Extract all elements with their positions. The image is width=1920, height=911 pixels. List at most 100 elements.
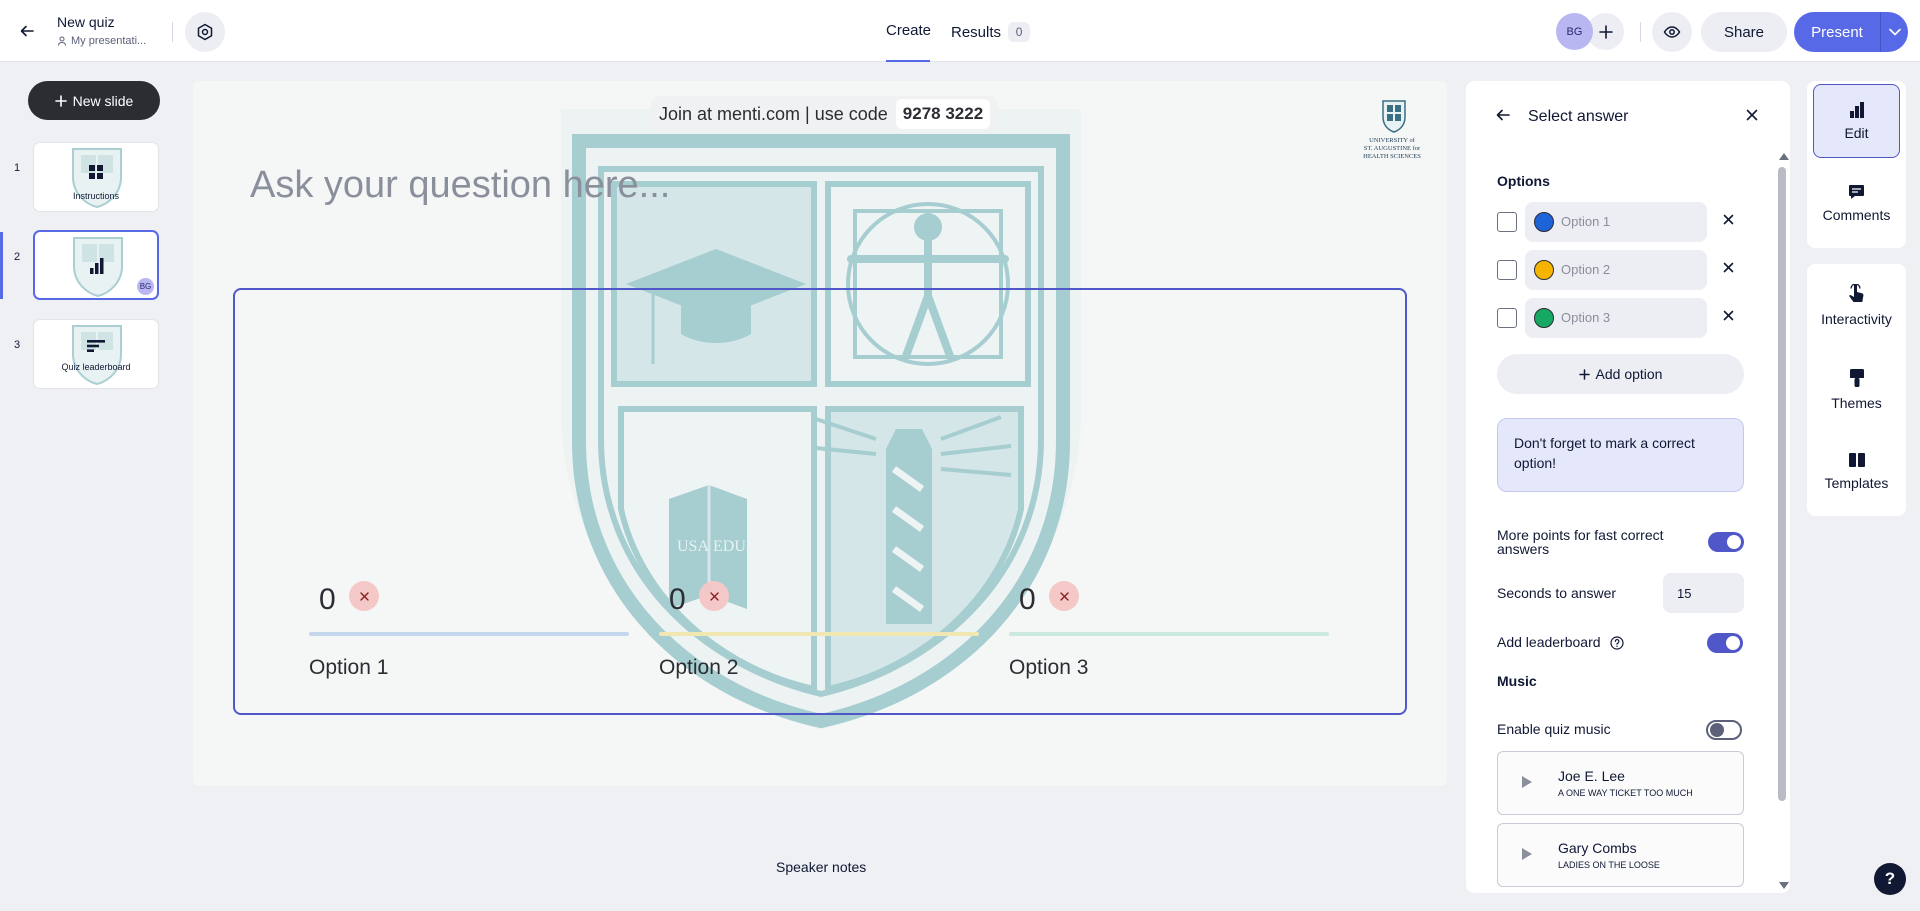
option-2-input[interactable]: Option 2 [1525, 250, 1707, 290]
new-slide-label: New slide [72, 92, 134, 109]
slide-number: 3 [14, 339, 21, 351]
option-2-placeholder: Option 2 [1561, 262, 1611, 277]
slide-thumbnail-2[interactable]: BG [33, 230, 159, 300]
university-logo: UNIVERSITY of ST. AUGUSTINE for HEALTH S… [1363, 100, 1421, 160]
option-3-count: 0 [1019, 583, 1036, 616]
correct-answer-checkbox[interactable] [1497, 260, 1517, 280]
panel-back-button[interactable] [1496, 108, 1510, 122]
svg-text:HEALTH SCIENCES: HEALTH SCIENCES [1363, 153, 1421, 160]
option-1-count: 0 [319, 583, 336, 616]
rail-edit-label: Edit [1844, 124, 1869, 141]
close-icon [359, 591, 369, 601]
plus-icon [54, 94, 67, 107]
bar-chart-icon [90, 258, 104, 274]
rail-templates[interactable]: Templates [1813, 434, 1900, 508]
presentation-title[interactable]: New quiz [57, 14, 146, 30]
play-icon[interactable] [1522, 848, 1532, 860]
question-title-input[interactable]: Ask your question here... [250, 164, 670, 207]
slide-label: Instructions [72, 191, 120, 201]
option-color-picker[interactable] [1534, 308, 1554, 328]
new-slide-button[interactable]: New slide [28, 81, 160, 120]
fast-points-toggle[interactable] [1708, 532, 1744, 552]
panel-title: Select answer [1528, 108, 1629, 125]
close-icon [1723, 310, 1734, 321]
toggle-knob [1726, 636, 1740, 650]
preview-button[interactable] [1652, 12, 1692, 52]
add-option-button[interactable]: Add option [1497, 354, 1744, 394]
options-heading: Options [1497, 173, 1550, 189]
mark-correct-hint: Don't forget to mark a correct option! [1497, 418, 1744, 492]
delete-option-button[interactable] [1723, 214, 1734, 225]
music-track[interactable]: Joe E. Lee A ONE WAY TICKET TOO MUCH [1497, 751, 1744, 815]
fast-points-label: More points for fast correct answers [1497, 527, 1664, 557]
option-color-picker[interactable] [1534, 260, 1554, 280]
close-icon [1723, 214, 1734, 225]
correct-answer-checkbox[interactable] [1497, 308, 1517, 328]
results-chart-area[interactable]: 0 Option 1 0 Option 2 0 Option 3 [233, 288, 1407, 715]
avatar[interactable]: BG [1556, 13, 1593, 50]
option-3-incorrect-marker[interactable] [1049, 581, 1079, 611]
plus-icon [1598, 24, 1613, 39]
divider [1640, 22, 1641, 42]
seconds-label: Seconds to answer [1497, 585, 1617, 601]
join-instructions-bar: Join at menti.com | use code 9278 3222 [651, 96, 999, 132]
tab-results-label: Results [951, 23, 1002, 41]
question-circle-icon[interactable] [1610, 636, 1625, 650]
rail-comments[interactable]: Comments [1813, 166, 1900, 240]
divider [172, 22, 173, 42]
option-3-input[interactable]: Option 3 [1525, 298, 1707, 338]
share-button[interactable]: Share [1701, 12, 1787, 52]
settings-button[interactable] [185, 12, 225, 52]
arrow-left-icon [1496, 109, 1510, 121]
plus-icon [1578, 368, 1590, 380]
folder-link[interactable]: My presentati... [57, 35, 146, 47]
present-button[interactable]: Present [1794, 12, 1908, 52]
quiz-music-toggle[interactable] [1706, 720, 1742, 740]
track-title: A ONE WAY TICKET TOO MUCH [1558, 788, 1693, 798]
option-row-3: Option 3 [1497, 298, 1757, 338]
option-1-incorrect-marker[interactable] [349, 581, 379, 611]
option-2-incorrect-marker[interactable] [699, 581, 729, 611]
scroll-up-arrow[interactable] [1779, 153, 1789, 160]
rail-edit[interactable]: Edit [1813, 84, 1900, 158]
slide-number: 1 [14, 162, 21, 174]
delete-option-button[interactable] [1723, 310, 1734, 321]
delete-option-button[interactable] [1723, 262, 1734, 273]
play-icon[interactable] [1522, 776, 1532, 788]
option-1-placeholder: Option 1 [1561, 214, 1611, 229]
speaker-notes-toggle[interactable]: Speaker notes [776, 859, 866, 875]
help-button[interactable]: ? [1874, 863, 1906, 895]
option-2-count: 0 [669, 583, 686, 616]
bar-chart-icon [1849, 101, 1864, 118]
toggle-knob [1727, 535, 1741, 549]
option-2-label: Option 2 [659, 656, 739, 679]
panel-close-button[interactable] [1746, 109, 1758, 121]
close-icon [709, 591, 719, 601]
correct-answer-checkbox[interactable] [1497, 212, 1517, 232]
rail-themes[interactable]: Themes [1813, 352, 1900, 426]
track-artist: Joe E. Lee [1558, 768, 1625, 784]
tab-results[interactable]: Results 0 [951, 22, 1031, 42]
music-track[interactable]: Gary Combs LADIES ON THE LOOSE [1497, 823, 1744, 887]
present-options-toggle[interactable] [1881, 28, 1908, 36]
option-3-label: Option 3 [1009, 656, 1089, 679]
option-color-picker[interactable] [1534, 212, 1554, 232]
leaderboard-toggle[interactable] [1707, 633, 1743, 653]
seconds-input[interactable]: 15 [1663, 573, 1744, 613]
hand-pointer-icon [1848, 283, 1863, 302]
slide-canvas[interactable]: USA EDU Join at menti.com | use code 927… [193, 81, 1447, 786]
arrow-left-icon [20, 25, 34, 37]
scrollbar-thumb[interactable] [1778, 167, 1786, 801]
results-count-badge: 0 [1008, 22, 1031, 42]
rail-interactivity[interactable]: Interactivity [1813, 268, 1900, 342]
tool-rail-bottom: Interactivity Themes Templates [1807, 264, 1906, 516]
back-button[interactable] [12, 16, 42, 46]
slide-thumbnail-1[interactable]: Instructions [33, 142, 159, 212]
scroll-down-arrow[interactable] [1779, 882, 1789, 889]
slide-thumbnail-3[interactable]: Quiz leaderboard [33, 319, 159, 389]
option-1-input[interactable]: Option 1 [1525, 202, 1707, 242]
slide-label: Quiz leaderboard [61, 362, 131, 372]
active-slide-indicator [0, 232, 3, 299]
music-heading: Music [1497, 673, 1537, 689]
tab-create[interactable]: Create [886, 22, 931, 39]
